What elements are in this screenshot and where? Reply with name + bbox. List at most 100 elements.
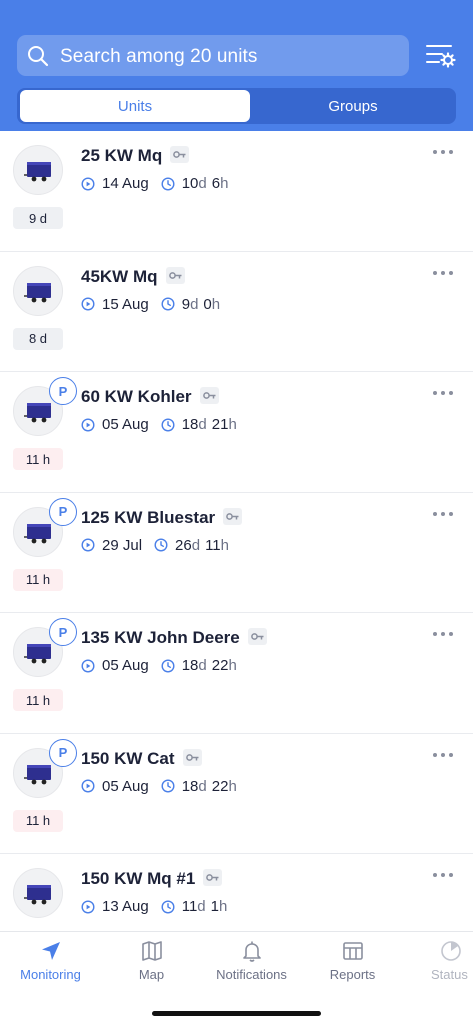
parked-badge: P <box>49 738 77 767</box>
duration-days: 10 <box>181 175 199 192</box>
trailer-icon <box>24 282 51 302</box>
unit-meta: 29 Jul 26 d 11 h <box>81 537 229 554</box>
unit-meta: 15 Aug 9 d 0 h <box>81 296 220 313</box>
unit-avatar <box>13 145 63 195</box>
last-message-age-badge: 11 h <box>13 809 63 832</box>
search-input[interactable]: Search among 20 units <box>17 35 409 76</box>
trailer-icon <box>24 764 51 784</box>
unit-meta: 14 Aug 10 d 6 h <box>81 175 228 192</box>
play-circle-icon <box>81 899 95 914</box>
tab-monitoring[interactable]: Monitoring <box>3 932 98 992</box>
bottom-tab-bar: Monitoring Map Notifications Reports Sta… <box>0 931 473 1024</box>
duration-days: 18 <box>181 657 199 674</box>
key-icon <box>170 146 190 164</box>
unit-row[interactable]: P 11 h 135 KW John Deere 05 Aug 18 d 22 h <box>0 613 473 734</box>
unit-name: 25 KW Mq <box>81 146 190 166</box>
clock-icon <box>161 297 175 311</box>
unit-row[interactable]: 9 d 25 KW Mq 14 Aug 10 d 6 h <box>0 131 473 252</box>
duration-days: 18 <box>181 777 199 795</box>
duration-days: 11 <box>181 898 198 915</box>
unit-name: 135 KW John Deere <box>81 628 267 648</box>
duration-hours: 22 <box>211 657 229 674</box>
duration-hours: 22 <box>211 777 229 795</box>
clock-icon <box>161 658 175 673</box>
duration-hours: 6 <box>211 175 221 192</box>
filter-settings-button[interactable] <box>424 40 456 70</box>
unit-meta: 13 Aug 11 d 1 h <box>81 898 227 915</box>
last-trip-date: 13 Aug <box>102 898 149 915</box>
more-options-icon[interactable] <box>433 752 453 759</box>
unit-name: 150 KW Mq #1 <box>81 869 223 889</box>
parked-badge: P <box>49 497 77 526</box>
reports-icon <box>342 942 363 960</box>
segment-units[interactable]: Units <box>20 90 250 122</box>
tab-status[interactable]: Status <box>403 932 473 992</box>
tab-map[interactable]: Map <box>104 932 199 992</box>
unit-name-text: 150 KW Mq #1 <box>81 869 196 888</box>
clock-icon <box>154 538 168 552</box>
tab-map-label: Map <box>138 967 165 982</box>
segment-groups[interactable]: Groups <box>253 90 453 122</box>
trailer-icon <box>24 644 51 664</box>
unit-name-text: 125 KW Bluestar <box>81 507 216 527</box>
more-options-icon[interactable] <box>433 150 453 156</box>
unit-row[interactable]: P 11 h 125 KW Bluestar 29 Jul 26 d 11 h <box>0 492 473 613</box>
last-trip-date: 05 Aug <box>102 657 149 674</box>
unit-name-text: 135 KW John Deere <box>81 628 240 647</box>
more-options-icon[interactable] <box>433 391 453 397</box>
units-groups-segmented-control: Units Groups <box>17 88 456 124</box>
unit-list: 9 d 25 KW Mq 14 Aug 10 d 6 h 8 d 45KW Mq 15 Aug 9 d… <box>0 131 473 931</box>
unit-name-text: 25 KW Mq <box>81 146 163 165</box>
bell-icon <box>242 941 261 962</box>
last-message-age-badge: 11 h <box>13 568 63 591</box>
unit-name-text: 60 KW Kohler <box>81 387 192 406</box>
tab-notifications[interactable]: Notifications <box>204 932 299 992</box>
play-circle-icon <box>81 538 95 552</box>
last-trip-date: 14 Aug <box>102 175 149 192</box>
key-icon <box>203 869 223 887</box>
unit-name: 125 KW Bluestar <box>81 507 243 528</box>
duration-hours: 1 <box>210 898 219 915</box>
unit-meta: 05 Aug 18 d 21 h <box>81 416 237 433</box>
duration-hours: 21 <box>211 416 229 433</box>
tab-reports[interactable]: Reports <box>305 932 400 992</box>
unit-name: 150 KW Cat <box>81 749 202 769</box>
unit-row[interactable]: P 11 h 150 KW Cat 05 Aug 18 d 22 h <box>0 733 473 854</box>
play-circle-icon <box>81 417 95 432</box>
more-options-icon[interactable] <box>433 270 453 277</box>
parked-badge: P <box>49 377 77 405</box>
trailer-icon <box>24 885 51 905</box>
search-placeholder: Search among 20 units <box>60 46 258 67</box>
trailer-icon <box>24 403 51 423</box>
clock-icon <box>161 899 175 914</box>
clock-icon <box>161 417 175 432</box>
play-circle-icon <box>81 297 95 311</box>
last-message-age-badge: 11 h <box>13 689 63 711</box>
navigation-arrow-icon <box>41 942 60 960</box>
last-message-age-badge: 8 d <box>13 327 63 350</box>
home-indicator <box>152 1011 321 1016</box>
more-options-icon[interactable] <box>433 632 453 638</box>
map-icon <box>141 941 162 961</box>
duration-days: 26 <box>175 536 192 554</box>
unit-avatar <box>13 868 63 918</box>
more-options-icon[interactable] <box>433 873 453 879</box>
key-icon <box>247 628 267 646</box>
last-trip-date: 05 Aug <box>102 416 149 433</box>
unit-name: 60 KW Kohler <box>81 387 219 407</box>
search-icon <box>28 46 49 67</box>
unit-row[interactable]: 150 KW Mq #1 13 Aug 11 d 1 h <box>0 854 473 931</box>
trailer-icon <box>24 523 51 543</box>
unit-row[interactable]: 8 d 45KW Mq 15 Aug 9 d 0 h <box>0 251 473 372</box>
unit-meta: 05 Aug 18 d 22 h <box>81 778 237 795</box>
duration-days: 9 <box>181 295 191 313</box>
tab-reports-label: Reports <box>329 967 376 982</box>
unit-name: 45KW Mq <box>81 267 185 287</box>
last-trip-date: 15 Aug <box>102 295 149 313</box>
key-icon <box>165 266 185 284</box>
tab-monitoring-label: Monitoring <box>20 967 81 982</box>
clock-icon <box>161 779 175 793</box>
more-options-icon[interactable] <box>433 511 453 518</box>
unit-row[interactable]: P 11 h 60 KW Kohler 05 Aug 18 d 21 h <box>0 372 473 493</box>
unit-avatar <box>13 265 63 316</box>
